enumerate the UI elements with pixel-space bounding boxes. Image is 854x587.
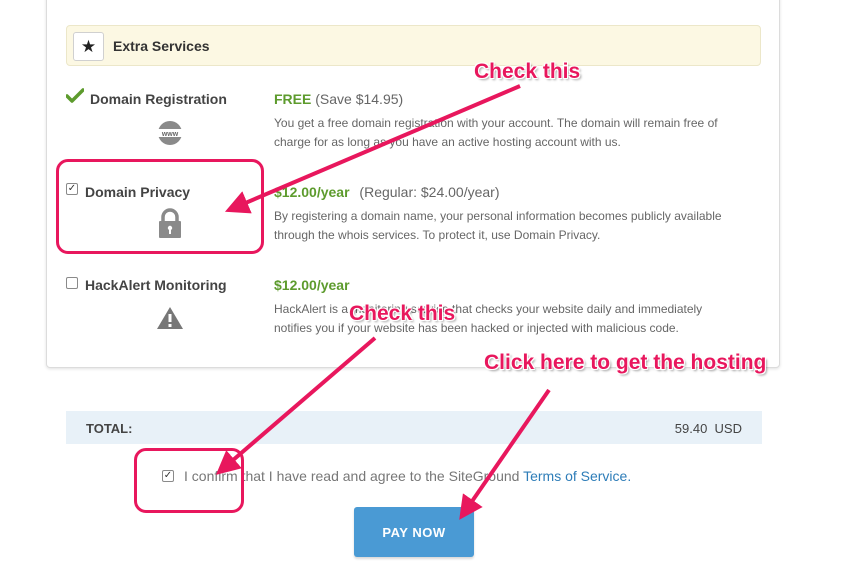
annotation-arrow-3 [459,388,551,520]
annotation-arrow-1 [224,84,521,214]
annotation-arrows [215,84,551,520]
annotation-click-here: Click here to get the hosting [484,351,767,374]
annotation-arrow-2 [215,336,377,475]
annotation-check-this-1: Check this [474,60,581,83]
annotation-check-this-2: Check this [349,302,456,325]
